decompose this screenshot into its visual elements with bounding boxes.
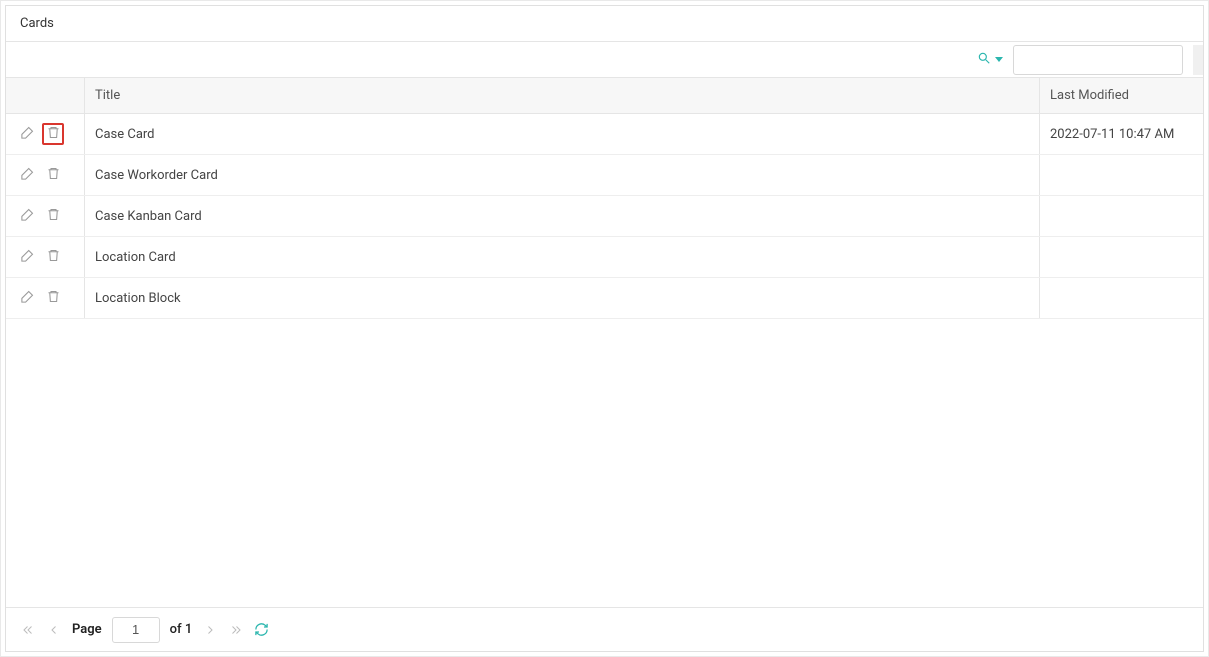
row-actions [6,114,84,154]
pencil-icon [20,125,35,144]
edit-button[interactable] [16,246,38,268]
table-row[interactable]: Location Block [6,278,1203,319]
row-actions [6,155,84,195]
edit-button[interactable] [16,164,38,186]
search-input[interactable] [1013,45,1183,75]
edit-button[interactable] [16,205,38,227]
page-of-label: of 1 [170,622,193,637]
trash-icon [46,166,61,185]
delete-button[interactable] [42,205,64,227]
row-actions [6,196,84,236]
first-page-button[interactable] [20,622,36,638]
row-modified [1039,237,1203,277]
scrollbar-stub [1193,45,1203,75]
table-row[interactable]: Case Kanban Card [6,196,1203,237]
chevron-down-icon [995,57,1003,62]
table-row[interactable]: Location Card [6,237,1203,278]
page-number-input[interactable] [112,617,160,643]
edit-button[interactable] [16,123,38,145]
column-actions-header [6,78,84,113]
table-row[interactable]: Case Workorder Card [6,155,1203,196]
grid-header: Title Last Modified [6,78,1203,114]
toolbar [6,42,1203,78]
pencil-icon [20,248,35,267]
search-dropdown-button[interactable] [973,47,1007,73]
row-title: Case Card [84,114,1039,154]
refresh-button[interactable] [254,622,269,637]
search-icon [977,51,991,69]
prev-page-button[interactable] [46,622,62,638]
trash-icon [46,207,61,226]
delete-button[interactable] [42,123,64,145]
row-modified [1039,155,1203,195]
row-actions [6,278,84,318]
pager: Page of 1 [6,607,1203,651]
grid-body: Case Card2022-07-11 10:47 AMCase Workord… [6,114,1203,607]
pencil-icon [20,289,35,308]
row-modified [1039,196,1203,236]
table-row[interactable]: Case Card2022-07-11 10:47 AM [6,114,1203,155]
column-title-header[interactable]: Title [84,78,1039,113]
page-label: Page [72,622,102,637]
row-title: Location Card [84,237,1039,277]
pencil-icon [20,166,35,185]
row-modified [1039,278,1203,318]
trash-icon [46,289,61,308]
delete-button[interactable] [42,246,64,268]
delete-button[interactable] [42,164,64,186]
last-page-button[interactable] [228,622,244,638]
column-modified-header[interactable]: Last Modified [1039,78,1203,113]
row-modified: 2022-07-11 10:47 AM [1039,114,1203,154]
edit-button[interactable] [16,287,38,309]
trash-icon [46,125,61,144]
row-title: Case Workorder Card [84,155,1039,195]
delete-button[interactable] [42,287,64,309]
row-title: Location Block [84,278,1039,318]
row-actions [6,237,84,277]
trash-icon [46,248,61,267]
pencil-icon [20,207,35,226]
next-page-button[interactable] [202,622,218,638]
panel-title: Cards [6,6,1203,42]
row-title: Case Kanban Card [84,196,1039,236]
